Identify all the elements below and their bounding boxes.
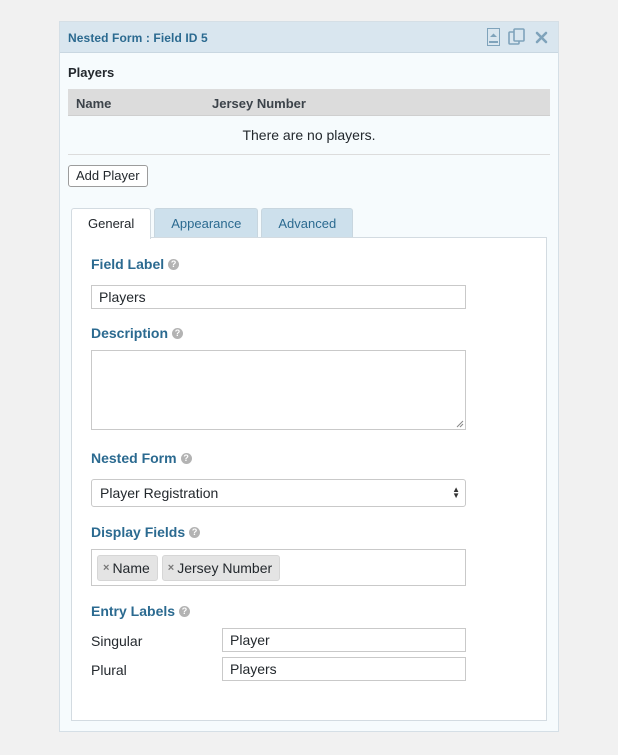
collapse-icon[interactable] xyxy=(484,28,502,46)
players-table: Name Jersey Number There are no players. xyxy=(68,89,550,155)
entry-labels-heading: Entry Labels ? xyxy=(91,603,191,619)
tab-general[interactable]: General xyxy=(71,208,152,239)
description-label-text: Description xyxy=(91,325,169,341)
add-player-button[interactable]: Add Player xyxy=(68,165,148,187)
help-icon[interactable]: ? xyxy=(172,327,184,339)
nested-form-heading: Nested Form ? xyxy=(91,450,192,466)
table-header: Name Jersey Number xyxy=(68,89,550,116)
field-settings-panel: Nested Form : Field ID 5 Players Name Je… xyxy=(59,21,559,732)
delete-icon[interactable] xyxy=(532,28,550,46)
nested-form-select[interactable]: Player Registration ▲ ▼ xyxy=(91,479,466,507)
select-arrows-icon: ▲ ▼ xyxy=(452,485,460,500)
table-empty-message: There are no players. xyxy=(68,116,550,155)
plural-input[interactable] xyxy=(222,657,466,681)
settings-tabs: General Appearance Advanced xyxy=(71,208,356,239)
field-label-text: Field Label xyxy=(91,256,165,272)
remove-chip-icon[interactable]: × xyxy=(168,556,174,580)
help-icon[interactable]: ? xyxy=(180,452,192,464)
singular-label: Singular xyxy=(91,633,143,649)
chip-label: Name xyxy=(112,560,150,576)
field-label-input[interactable] xyxy=(91,285,466,309)
chip-jersey-number: × Jersey Number xyxy=(161,555,281,581)
column-header-jersey-number: Jersey Number xyxy=(212,96,306,111)
display-fields-multiselect[interactable]: × Name × Jersey Number xyxy=(91,549,466,586)
remove-chip-icon[interactable]: × xyxy=(103,556,109,580)
nested-form-label-text: Nested Form xyxy=(91,450,177,466)
resize-grip-icon[interactable] xyxy=(456,420,464,428)
tab-appearance[interactable]: Appearance xyxy=(154,208,259,238)
entry-labels-label-text: Entry Labels xyxy=(91,603,176,619)
field-label-heading: Field Label ? xyxy=(91,256,180,272)
field-preview: Players Name Jersey Number There are no … xyxy=(68,65,550,187)
help-icon[interactable]: ? xyxy=(168,258,180,270)
description-heading: Description ? xyxy=(91,325,184,341)
chip-label: Jersey Number xyxy=(177,560,273,576)
duplicate-icon[interactable] xyxy=(508,28,526,46)
display-fields-heading: Display Fields ? xyxy=(91,524,201,540)
preview-label: Players xyxy=(68,65,115,80)
chip-name: × Name xyxy=(97,555,158,581)
description-wrapper xyxy=(91,350,466,430)
tab-advanced[interactable]: Advanced xyxy=(261,208,354,238)
singular-input[interactable] xyxy=(222,628,466,652)
display-fields-label-text: Display Fields xyxy=(91,524,186,540)
field-titlebar[interactable]: Nested Form : Field ID 5 xyxy=(60,22,558,53)
help-icon[interactable]: ? xyxy=(189,526,201,538)
nested-form-selected-value: Player Registration xyxy=(100,485,219,501)
plural-label: Plural xyxy=(91,662,127,678)
description-textarea[interactable] xyxy=(91,350,466,430)
field-title: Nested Form : Field ID 5 xyxy=(68,31,208,45)
column-header-name: Name xyxy=(76,96,112,111)
help-icon[interactable]: ? xyxy=(179,605,191,617)
titlebar-actions xyxy=(484,28,550,46)
general-tab-panel: Field Label ? Description ? Nested Form … xyxy=(71,237,547,721)
